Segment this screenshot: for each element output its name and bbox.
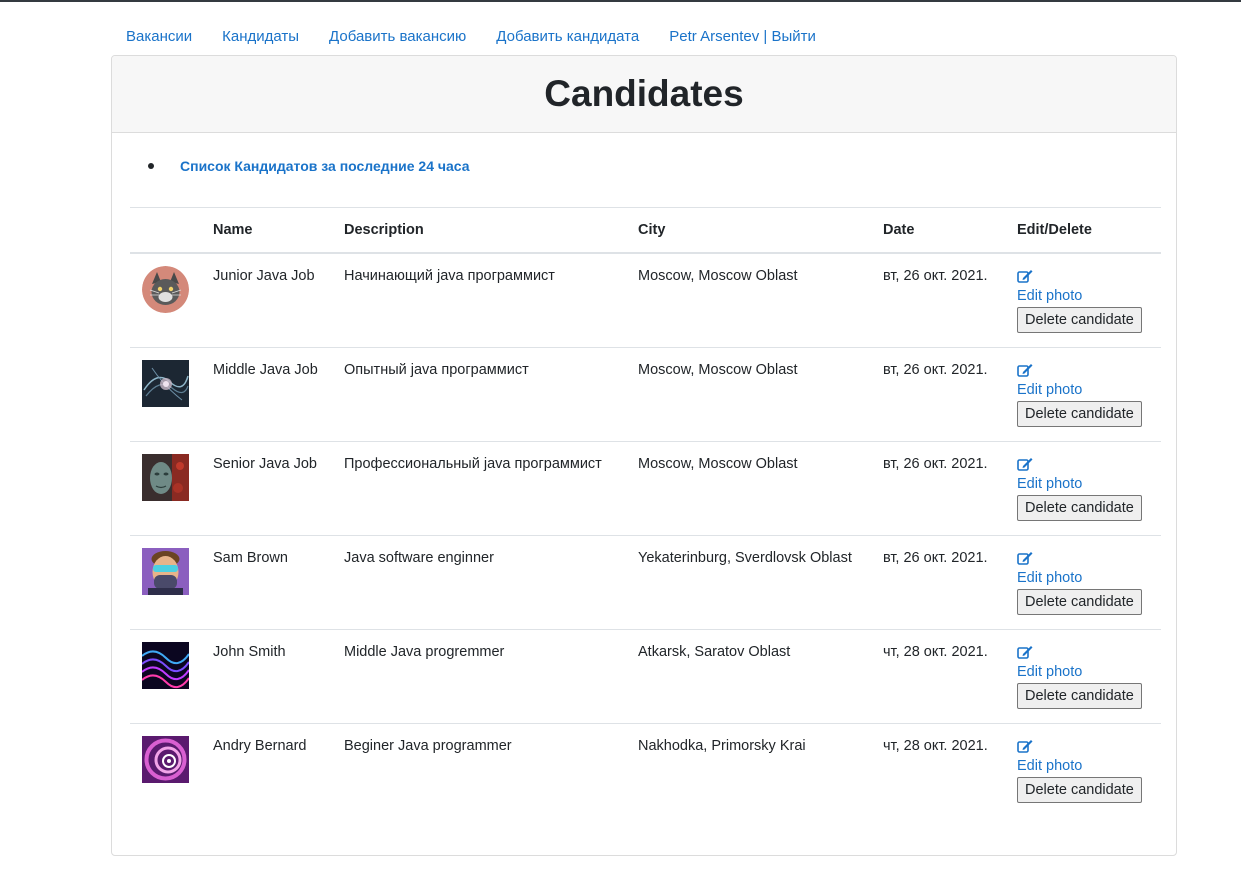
edit-icon[interactable]	[1017, 269, 1033, 283]
candidate-description: Профессиональный java программист	[332, 440, 626, 535]
photo-cell	[130, 722, 201, 817]
edit-icon[interactable]	[1017, 739, 1033, 753]
table-row: Junior Java Job Начинающий java программ…	[130, 253, 1161, 347]
candidate-description: Начинающий java программист	[344, 268, 555, 284]
nav-add-candidate-link[interactable]: Добавить кандидата	[496, 28, 639, 45]
nav-user-logout-link[interactable]: Petr Arsentev | Выйти	[669, 28, 816, 45]
candidate-name: Sam Brown	[201, 534, 332, 629]
bullet-icon	[148, 163, 154, 169]
photo-cell	[130, 440, 201, 535]
candidates-card: Candidates Список Кандидатов за последни…	[111, 55, 1177, 856]
fractal-avatar	[142, 359, 189, 407]
delete-candidate-button[interactable]: Delete candidate	[1017, 776, 1142, 803]
delete-candidate-button[interactable]: Delete candidate	[1017, 682, 1142, 709]
table-row: John Smith Middle Java progremmer Atkars…	[130, 628, 1161, 723]
candidate-name: Middle Java Job	[201, 346, 332, 441]
candidate-city: Moscow, Moscow Oblast	[626, 346, 871, 441]
nav-add-vacancy-link[interactable]: Добавить вакансию	[329, 28, 466, 45]
recent-candidates-link[interactable]: Список Кандидатов за последние 24 часа	[180, 158, 470, 174]
neon-waves-avatar	[142, 641, 189, 689]
delete-candidate-button[interactable]: Delete candidate	[1017, 307, 1142, 333]
column-header-date: Date	[871, 207, 1005, 254]
cat-avatar	[142, 266, 189, 313]
nav-candidates-link[interactable]: Кандидаты	[222, 28, 299, 45]
candidates-table: Name Description City Date Edit/Delete J…	[130, 207, 1161, 817]
candidate-date: чт, 28 окт. 2021.	[871, 722, 1005, 817]
table-header-row: Name Description City Date Edit/Delete	[130, 207, 1161, 254]
candidate-city: Yekaterinburg, Sverdlovsk Oblast	[626, 534, 871, 629]
candidate-city: Moscow, Moscow Oblast	[638, 268, 798, 284]
edit-photo-link[interactable]: Edit photo	[1017, 664, 1149, 680]
masked-man-avatar	[142, 547, 189, 595]
page-title: Candidates	[544, 73, 744, 114]
edit-photo-link[interactable]: Edit photo	[1017, 382, 1149, 398]
list-item: Список Кандидатов за последние 24 часа	[148, 158, 470, 174]
table-row: Andry Bernard Beginer Java programmer Na…	[130, 722, 1161, 817]
photo-cell	[130, 534, 201, 629]
candidate-name: John Smith	[201, 628, 332, 723]
edit-icon[interactable]	[1017, 363, 1033, 377]
column-header-name: Name	[201, 207, 332, 254]
face-art-avatar	[142, 453, 189, 501]
candidate-name: Senior Java Job	[201, 440, 332, 535]
candidate-description: Middle Java progremmer	[332, 628, 626, 723]
recent-links-list: Список Кандидатов за последние 24 часа	[148, 158, 470, 174]
candidate-city: Atkarsk, Saratov Oblast	[626, 628, 871, 723]
edit-icon[interactable]	[1017, 551, 1033, 565]
candidate-date: вт, 26 окт. 2021.	[871, 440, 1005, 535]
edit-photo-link[interactable]: Edit photo	[1017, 758, 1149, 774]
candidate-city: Nakhodka, Primorsky Krai	[626, 722, 871, 817]
column-header-city: City	[626, 207, 871, 254]
edit-icon[interactable]	[1017, 457, 1033, 471]
actions-cell: Edit photo Delete candidate	[1005, 253, 1161, 347]
photo-cell	[130, 253, 201, 347]
edit-photo-link[interactable]: Edit photo	[1017, 288, 1149, 304]
column-header-description: Description	[332, 207, 626, 254]
card-header: Candidates	[112, 56, 1176, 133]
actions-cell: Edit photo Delete candidate	[1005, 440, 1161, 535]
candidate-description: Beginer Java programmer	[332, 722, 626, 817]
actions-cell: Edit photo Delete candidate	[1005, 722, 1161, 817]
candidate-city: Moscow, Moscow Oblast	[626, 440, 871, 535]
delete-candidate-button[interactable]: Delete candidate	[1017, 494, 1142, 521]
candidate-date: вт, 26 окт. 2021.	[871, 534, 1005, 629]
table-row: Middle Java Job Опытный java программист…	[130, 346, 1161, 441]
candidate-description: Java software enginner	[332, 534, 626, 629]
column-header-photo	[130, 207, 201, 254]
table-row: Senior Java Job Профессиональный java пр…	[130, 440, 1161, 535]
top-navigation: Вакансии Кандидаты Добавить вакансию Доб…	[126, 28, 846, 45]
photo-cell	[130, 628, 201, 723]
delete-candidate-button[interactable]: Delete candidate	[1017, 588, 1142, 615]
candidate-date: вт, 26 окт. 2021.	[883, 268, 988, 284]
edit-icon[interactable]	[1017, 645, 1033, 659]
photo-cell	[130, 346, 201, 441]
table-row: Sam Brown Java software enginner Yekater…	[130, 534, 1161, 629]
candidate-description: Опытный java программист	[332, 346, 626, 441]
nav-vacancies-link[interactable]: Вакансии	[126, 28, 192, 45]
actions-cell: Edit photo Delete candidate	[1005, 346, 1161, 441]
edit-photo-link[interactable]: Edit photo	[1017, 570, 1149, 586]
actions-cell: Edit photo Delete candidate	[1005, 534, 1161, 629]
swirl-avatar	[142, 735, 189, 783]
candidate-date: чт, 28 окт. 2021.	[871, 628, 1005, 723]
edit-photo-link[interactable]: Edit photo	[1017, 476, 1149, 492]
candidate-date: вт, 26 окт. 2021.	[871, 346, 1005, 441]
column-header-edit-delete: Edit/Delete	[1005, 207, 1161, 254]
candidate-name: Junior Java Job	[213, 268, 315, 284]
candidate-name: Andry Bernard	[201, 722, 332, 817]
actions-cell: Edit photo Delete candidate	[1005, 628, 1161, 723]
delete-candidate-button[interactable]: Delete candidate	[1017, 400, 1142, 427]
